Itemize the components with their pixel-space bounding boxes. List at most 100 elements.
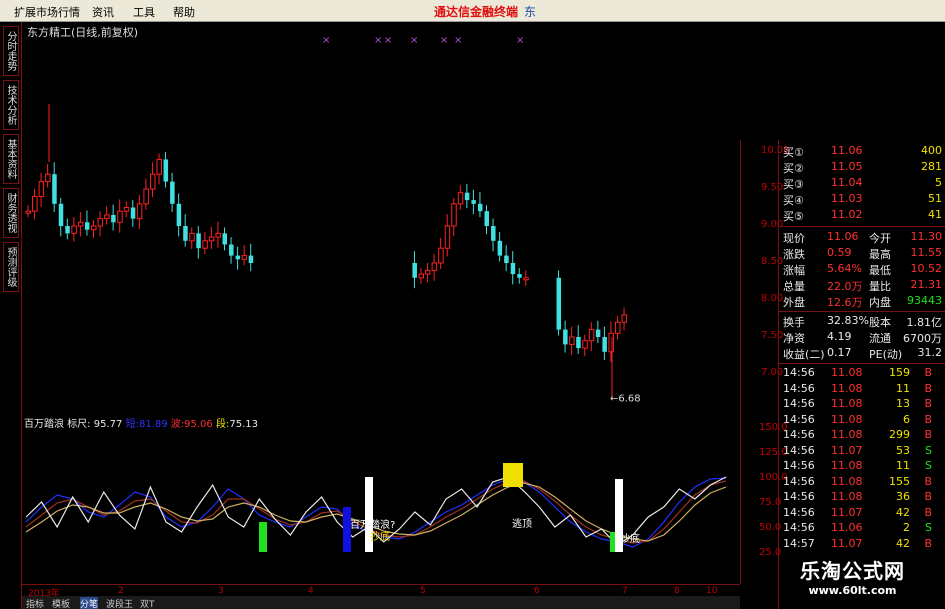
tab-intraday[interactable]: 分时走势 — [3, 26, 19, 76]
trade-flag: B — [924, 474, 932, 488]
candle-body — [412, 263, 417, 278]
tab-financials[interactable]: 财务透视 — [3, 188, 19, 238]
stat-label: 股本 — [869, 316, 891, 329]
candle-body — [45, 173, 51, 183]
candle-body — [176, 203, 182, 226]
trade-price: 11.08 — [831, 428, 863, 441]
indicator-svg[interactable] — [22, 412, 740, 584]
candle-body — [497, 240, 503, 256]
tab-ticks[interactable]: 分笔 — [80, 597, 99, 609]
annotation-label: 抄底 — [620, 534, 640, 545]
signal-dot: × — [384, 35, 392, 46]
stat-value: 22.0万 — [827, 280, 863, 293]
bid-label: 买⑤ — [783, 210, 804, 223]
stat-label: 收益(二) — [783, 348, 825, 361]
brand-title: 通达信金融终端 — [434, 5, 519, 19]
bid-row: 买④ 11.03 51 — [779, 192, 945, 207]
tab-fundamentals[interactable]: 基本资料 — [3, 134, 19, 184]
time-tick: 7 — [622, 586, 628, 596]
stat-value: 4.19 — [827, 330, 852, 343]
stat-row: 总量 22.0万 量比 21.31 — [779, 278, 945, 293]
trade-price: 11.06 — [831, 521, 863, 534]
price-chart[interactable]: ←6.68 × × × × × × × — [22, 22, 740, 412]
bid-row: 买③ 11.04 5 — [779, 176, 945, 191]
stat-value: 10.52 — [910, 262, 943, 275]
candle-body — [588, 329, 595, 342]
brand-extra: 东 — [524, 5, 537, 19]
stat-label: 现价 — [783, 232, 805, 245]
candle-body — [71, 225, 77, 234]
candle-body — [418, 273, 424, 279]
stat-label: 内盘 — [869, 296, 891, 309]
bid-row: 买② 11.05 281 — [779, 160, 945, 175]
tab-template[interactable]: 模板 — [52, 597, 70, 609]
trade-price: 11.08 — [831, 397, 863, 410]
bid-price: 11.05 — [831, 160, 863, 173]
menu-market[interactable]: 扩展市场行情 — [14, 4, 80, 20]
divider — [779, 226, 945, 227]
bottom-tab-bar: 指标 模板 分笔 波段王 双T — [22, 596, 740, 609]
tab-indicator[interactable]: 指标 — [26, 597, 44, 609]
watermark-url: www.60lt.com — [808, 584, 897, 597]
indicator-name: 百万踏浪 — [24, 419, 64, 430]
bid-label: 买③ — [783, 178, 804, 191]
trade-row: 14:56 11.08 11 S — [779, 459, 945, 474]
time-axis: 2013年 2 3 4 5 6 7 8 10 — [22, 584, 740, 599]
annotation-label: 逃顶 — [512, 519, 532, 530]
low-price-label: ←6.68 — [610, 394, 641, 405]
trade-row: 14:56 11.07 42 B — [779, 506, 945, 521]
candle-body — [504, 255, 509, 263]
stat-row: 现价 11.06 今开 11.30 — [779, 230, 945, 245]
trade-row: 14:56 11.08 155 B — [779, 475, 945, 490]
candle-body — [111, 214, 116, 223]
trade-price: 11.08 — [831, 474, 863, 488]
bid-price: 11.04 — [831, 176, 863, 189]
stat-value: 5.64% — [827, 262, 862, 275]
stat-label: 最低 — [869, 264, 891, 277]
candle-body — [491, 226, 496, 241]
menu-tools[interactable]: 工具 — [133, 4, 155, 20]
wave-value: 95.06 — [184, 419, 213, 430]
trade-row: 14:56 11.08 11 B — [779, 382, 945, 397]
bid-volume: 51 — [928, 192, 942, 205]
bid-price: 11.02 — [831, 208, 863, 221]
stat-label: 最高 — [869, 248, 891, 261]
watermark-title: 乐淘公式网 — [800, 559, 905, 583]
bid-volume: 41 — [928, 208, 942, 221]
time-tick: 2 — [118, 586, 124, 596]
stat-label: 外盘 — [783, 296, 805, 309]
trade-volume: 2 — [903, 521, 910, 534]
menu-help[interactable]: 帮助 — [173, 4, 195, 20]
candle-body — [556, 277, 562, 330]
candle-body — [123, 207, 130, 212]
trade-flag: S — [925, 443, 932, 457]
trade-time: 14:56 — [783, 521, 815, 534]
trade-volume: 13 — [896, 397, 910, 410]
trade-row: 14:56 11.08 6 B — [779, 413, 945, 428]
candle-body — [235, 255, 241, 260]
trade-time: 14:56 — [783, 474, 815, 488]
candle-body — [104, 214, 110, 220]
menu-news[interactable]: 资讯 — [92, 4, 114, 20]
candle-body — [582, 340, 588, 349]
divider — [779, 363, 945, 364]
candle-body — [215, 232, 221, 238]
bid-price: 11.03 — [831, 192, 863, 205]
tab-wave-king[interactable]: 波段王 — [106, 597, 133, 609]
left-tab-bar: 分时走势 技术分析 基本资料 财务透视 预测评级 — [0, 22, 22, 609]
stat-row: 涨幅 5.64% 最低 10.52 — [779, 262, 945, 277]
tab-double-t[interactable]: 双T — [140, 597, 155, 609]
trade-price: 11.07 — [831, 505, 863, 519]
candle-body — [117, 210, 123, 223]
tab-rating[interactable]: 预测评级 — [3, 242, 19, 292]
candle-body — [202, 240, 208, 249]
stat-label: 今开 — [869, 232, 891, 245]
trade-volume: 53 — [896, 443, 910, 457]
trade-flag: B — [924, 381, 932, 395]
time-tick: 8 — [674, 586, 680, 596]
trade-price: 11.07 — [831, 443, 863, 457]
annotation-label: 抄底 — [370, 532, 390, 543]
stat-label: 净资 — [783, 332, 805, 345]
tab-technical[interactable]: 技术分析 — [3, 80, 19, 130]
trade-flag: B — [924, 428, 932, 441]
